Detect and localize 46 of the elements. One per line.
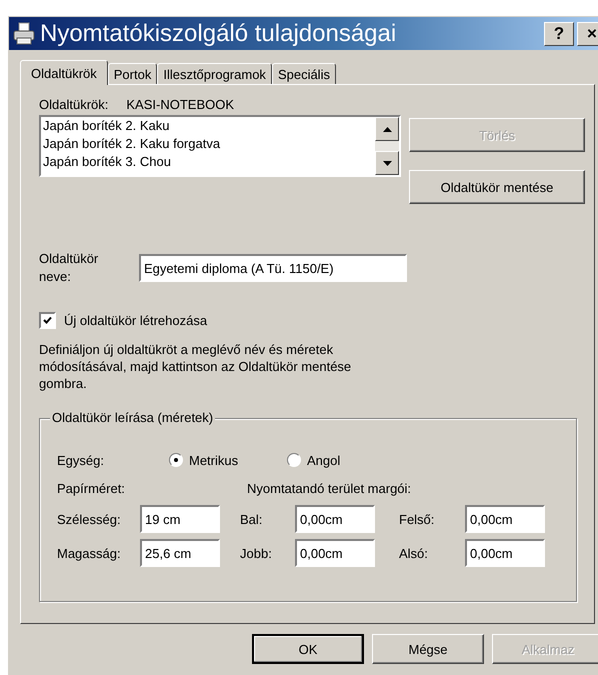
size-field[interactable]: 25,6 cm: [140, 539, 220, 567]
server-name: KASI-NOTEBOOK: [126, 96, 234, 112]
window-title: Nyomtatókiszolgáló tulajdonságai: [40, 20, 398, 48]
dialog-button[interactable]: OK: [252, 634, 364, 664]
down-arrow-icon: [382, 160, 392, 166]
size-field[interactable]: 0,00cm: [295, 505, 375, 533]
field-label: Alsó:: [399, 546, 429, 560]
radio-button[interactable]: [287, 453, 301, 467]
save-form-button[interactable]: Oldaltükör mentése: [409, 170, 585, 204]
tab[interactable]: Oldaltükrök: [20, 60, 108, 85]
size-field[interactable]: 0,00cm: [465, 505, 545, 533]
check-icon: [43, 316, 52, 325]
help-button[interactable]: ?: [544, 22, 574, 46]
up-arrow-icon: [382, 126, 392, 132]
paper-size-label: Papírméret:: [57, 481, 126, 498]
radio-button[interactable]: [169, 453, 183, 467]
dialog-button[interactable]: Mégse: [372, 634, 484, 664]
server-label: Oldaltükrök:: [39, 96, 108, 112]
checkbox[interactable]: [39, 312, 56, 329]
unit-label: Egység:: [57, 452, 105, 468]
close-button[interactable]: ×: [577, 22, 598, 46]
tab[interactable]: Illesztőprogramok: [157, 63, 272, 84]
tab[interactable]: Portok: [108, 63, 158, 84]
checkbox-label: Új oldaltükör létrehozása: [64, 313, 208, 328]
field-label: Szélesség:: [57, 512, 122, 526]
size-field[interactable]: 0,00cm: [465, 539, 545, 567]
field-label: Bal:: [240, 512, 264, 526]
radio-label: Angol: [307, 452, 340, 468]
size-field[interactable]: 19 cm: [140, 505, 220, 533]
form-list[interactable]: Japán boríték 2. Kaku Japán boríték 2. Kaku forgatva Japán boríték 3. Chou: [39, 115, 401, 177]
field-label: Magasság:: [57, 546, 122, 560]
group-title: Oldaltükör leírása (méretek): [50, 410, 216, 425]
margins-label: Nyomtatandó terület margói:: [247, 481, 412, 498]
form-name-label: Oldaltükör neve:: [39, 250, 100, 286]
radio-label: Metrikus: [189, 452, 238, 468]
field-label: Jobb:: [240, 546, 273, 560]
field-label: Felső:: [399, 512, 436, 526]
size-field[interactable]: 0,00cm: [295, 539, 375, 567]
form-name-field[interactable]: Egyetemi diploma (A Tü. 1150/E): [139, 254, 407, 282]
list-item[interactable]: Japán boríték 2. Kaku: [43, 117, 375, 135]
list-item[interactable]: Japán boríték 3. Chou: [43, 153, 375, 171]
list-item[interactable]: Japán boríték 2. Kaku forgatva: [43, 135, 375, 153]
description: Definiáljon új oldaltükröt a meglévő név és méretek módosításával, majd kattintson az Oldaltükör mentése gombra.: [39, 341, 352, 392]
tab[interactable]: Speciális: [272, 63, 336, 84]
scrollbar[interactable]: [375, 117, 399, 175]
printer-icon: [12, 22, 36, 46]
